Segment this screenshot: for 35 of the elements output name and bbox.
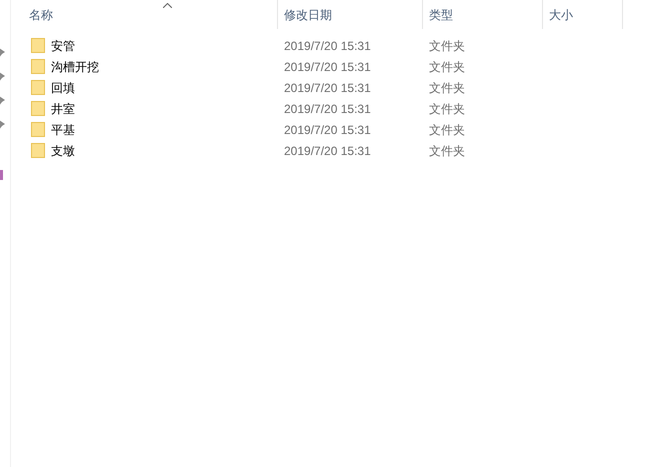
file-row[interactable]: 回填 2019/7/20 15:31 文件夹 xyxy=(29,77,671,98)
modified-date: 2019/7/20 15:31 xyxy=(283,122,372,138)
file-name: 回填 xyxy=(51,80,75,96)
modified-date: 2019/7/20 15:31 xyxy=(283,58,372,76)
folder-icon xyxy=(31,143,45,158)
folder-icon xyxy=(31,38,45,53)
file-row[interactable]: 安管 2019/7/20 15:31 文件夹 xyxy=(29,35,671,56)
modified-date: 2019/7/20 15:31 xyxy=(283,100,372,118)
file-row[interactable]: 沟槽开挖 2019/7/20 15:31 文件夹 xyxy=(29,56,671,77)
file-name: 井室 xyxy=(51,100,75,118)
file-type: 文件夹 xyxy=(428,38,466,54)
folder-icon xyxy=(31,122,45,137)
column-header[interactable]: 修改日期 xyxy=(277,0,422,29)
file-type: 文件夹 xyxy=(428,122,466,138)
modified-date: 2019/7/20 15:31 xyxy=(283,142,372,160)
file-type: 文件夹 xyxy=(428,100,466,118)
column-header[interactable]: 名称 xyxy=(23,0,277,29)
file-name: 安管 xyxy=(51,38,75,54)
file-row[interactable]: 井室 2019/7/20 15:31 文件夹 xyxy=(29,98,671,119)
sort-ascending-icon xyxy=(163,3,172,8)
modified-date: 2019/7/20 15:31 xyxy=(283,38,372,54)
file-name: 平基 xyxy=(51,122,75,138)
column-header[interactable]: 大小 xyxy=(542,0,622,29)
folder-icon xyxy=(31,80,45,95)
file-name: 沟槽开挖 xyxy=(51,58,99,76)
file-type: 文件夹 xyxy=(428,58,466,76)
modified-date: 2019/7/20 15:31 xyxy=(283,80,372,96)
file-type: 文件夹 xyxy=(428,80,466,96)
folder-icon xyxy=(31,59,45,74)
file-row[interactable]: 平基 2019/7/20 15:31 文件夹 xyxy=(29,119,671,140)
folder-icon xyxy=(31,101,45,116)
file-type: 文件夹 xyxy=(428,142,466,160)
column-header[interactable]: 类型 xyxy=(422,0,542,29)
file-row[interactable]: 支墩 2019/7/20 15:31 文件夹 xyxy=(29,140,671,161)
file-name: 支墩 xyxy=(51,142,75,160)
